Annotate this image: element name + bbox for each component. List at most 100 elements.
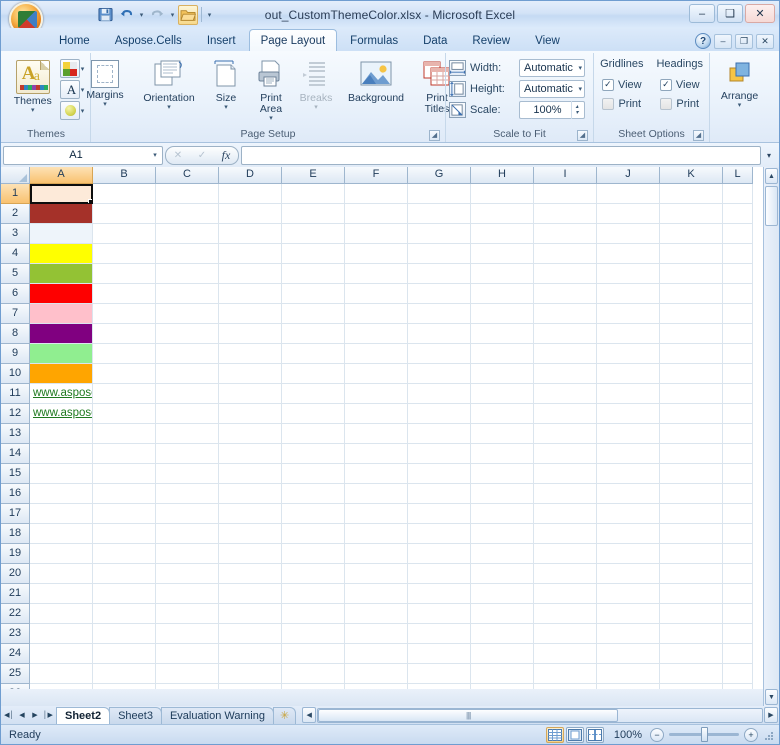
cell-H13[interactable]: [471, 424, 534, 444]
tab-view[interactable]: View: [523, 30, 572, 51]
cell-E4[interactable]: [282, 244, 345, 264]
cell-A13[interactable]: [30, 424, 93, 444]
cell-C2[interactable]: [156, 204, 219, 224]
print-area-button[interactable]: Print Area ▾: [248, 56, 294, 124]
cell-K8[interactable]: [660, 324, 723, 344]
cell-C4[interactable]: [156, 244, 219, 264]
zoom-in-button[interactable]: +: [744, 728, 758, 742]
undo-icon[interactable]: [116, 5, 136, 25]
cell-L2[interactable]: [723, 204, 753, 224]
cell-K18[interactable]: [660, 524, 723, 544]
column-header-k[interactable]: K: [660, 167, 723, 184]
cell-A23[interactable]: [30, 624, 93, 644]
cell-K21[interactable]: [660, 584, 723, 604]
cell-E3[interactable]: [282, 224, 345, 244]
cell-A7[interactable]: [30, 304, 93, 324]
cell-G9[interactable]: [408, 344, 471, 364]
cell-D14[interactable]: [219, 444, 282, 464]
arrange-button[interactable]: Arrange ▾: [714, 56, 766, 111]
tab-insert[interactable]: Insert: [195, 30, 248, 51]
tab-formulas[interactable]: Formulas: [338, 30, 410, 51]
prev-sheet-button[interactable]: ◀: [16, 708, 28, 722]
cell-C10[interactable]: [156, 364, 219, 384]
cell-G19[interactable]: [408, 544, 471, 564]
page-break-preview-button[interactable]: [586, 727, 604, 743]
scale-spin-buttons[interactable]: ▴ ▾: [571, 101, 582, 119]
cell-G26[interactable]: [408, 684, 471, 689]
cell-H10[interactable]: [471, 364, 534, 384]
row-header-5[interactable]: 5: [1, 264, 30, 284]
cell-C24[interactable]: [156, 644, 219, 664]
cell-D7[interactable]: [219, 304, 282, 324]
cell-F23[interactable]: [345, 624, 408, 644]
cell-D1[interactable]: [219, 184, 282, 204]
cell-B1[interactable]: [93, 184, 156, 204]
cell-C21[interactable]: [156, 584, 219, 604]
scroll-down-button[interactable]: ▼: [765, 689, 778, 705]
cell-J13[interactable]: [597, 424, 660, 444]
cell-K13[interactable]: [660, 424, 723, 444]
cell-K7[interactable]: [660, 304, 723, 324]
column-header-f[interactable]: F: [345, 167, 408, 184]
cell-H17[interactable]: [471, 504, 534, 524]
cell-H1[interactable]: [471, 184, 534, 204]
themes-button[interactable]: Aa Themes ▾: [8, 56, 58, 116]
cell-F11[interactable]: [345, 384, 408, 404]
cell-I11[interactable]: [534, 384, 597, 404]
cell-A11[interactable]: www.aspose.com: [30, 384, 93, 404]
cell-D8[interactable]: [219, 324, 282, 344]
cell-H11[interactable]: [471, 384, 534, 404]
cell-I17[interactable]: [534, 504, 597, 524]
doc-minimize-button[interactable]: –: [714, 34, 732, 49]
cell-G23[interactable]: [408, 624, 471, 644]
cell-C26[interactable]: [156, 684, 219, 689]
cell-E26[interactable]: [282, 684, 345, 689]
cell-D16[interactable]: [219, 484, 282, 504]
cell-B12[interactable]: [93, 404, 156, 424]
cell-D6[interactable]: [219, 284, 282, 304]
cell-B24[interactable]: [93, 644, 156, 664]
row-header-20[interactable]: 20: [1, 564, 30, 584]
cell-H16[interactable]: [471, 484, 534, 504]
cell-G18[interactable]: [408, 524, 471, 544]
cell-L21[interactable]: [723, 584, 753, 604]
cell-I5[interactable]: [534, 264, 597, 284]
cell-E13[interactable]: [282, 424, 345, 444]
cell-E21[interactable]: [282, 584, 345, 604]
cell-K20[interactable]: [660, 564, 723, 584]
cell-B4[interactable]: [93, 244, 156, 264]
cell-K23[interactable]: [660, 624, 723, 644]
column-header-j[interactable]: J: [597, 167, 660, 184]
cell-B14[interactable]: [93, 444, 156, 464]
first-sheet-button[interactable]: ◀│: [3, 708, 15, 722]
cell-L9[interactable]: [723, 344, 753, 364]
save-icon[interactable]: [95, 5, 115, 25]
cell-H14[interactable]: [471, 444, 534, 464]
cell-D12[interactable]: [219, 404, 282, 424]
cell-I20[interactable]: [534, 564, 597, 584]
cell-J19[interactable]: [597, 544, 660, 564]
cell-D21[interactable]: [219, 584, 282, 604]
cell-K4[interactable]: [660, 244, 723, 264]
cell-C7[interactable]: [156, 304, 219, 324]
cell-I3[interactable]: [534, 224, 597, 244]
gridlines-print-row[interactable]: Print: [602, 94, 641, 113]
cell-L10[interactable]: [723, 364, 753, 384]
row-header-2[interactable]: 2: [1, 204, 30, 224]
column-header-h[interactable]: H: [471, 167, 534, 184]
cell-A21[interactable]: [30, 584, 93, 604]
cell-I2[interactable]: [534, 204, 597, 224]
cell-J12[interactable]: [597, 404, 660, 424]
cell-C20[interactable]: [156, 564, 219, 584]
cell-A26[interactable]: [30, 684, 93, 689]
column-header-e[interactable]: E: [282, 167, 345, 184]
sheet-tab-sheet3[interactable]: Sheet3: [109, 707, 162, 724]
cell-D20[interactable]: [219, 564, 282, 584]
cell-E6[interactable]: [282, 284, 345, 304]
cell-B2[interactable]: [93, 204, 156, 224]
cell-L3[interactable]: [723, 224, 753, 244]
cell-G4[interactable]: [408, 244, 471, 264]
cell-J25[interactable]: [597, 664, 660, 684]
column-header-b[interactable]: B: [93, 167, 156, 184]
cell-K11[interactable]: [660, 384, 723, 404]
